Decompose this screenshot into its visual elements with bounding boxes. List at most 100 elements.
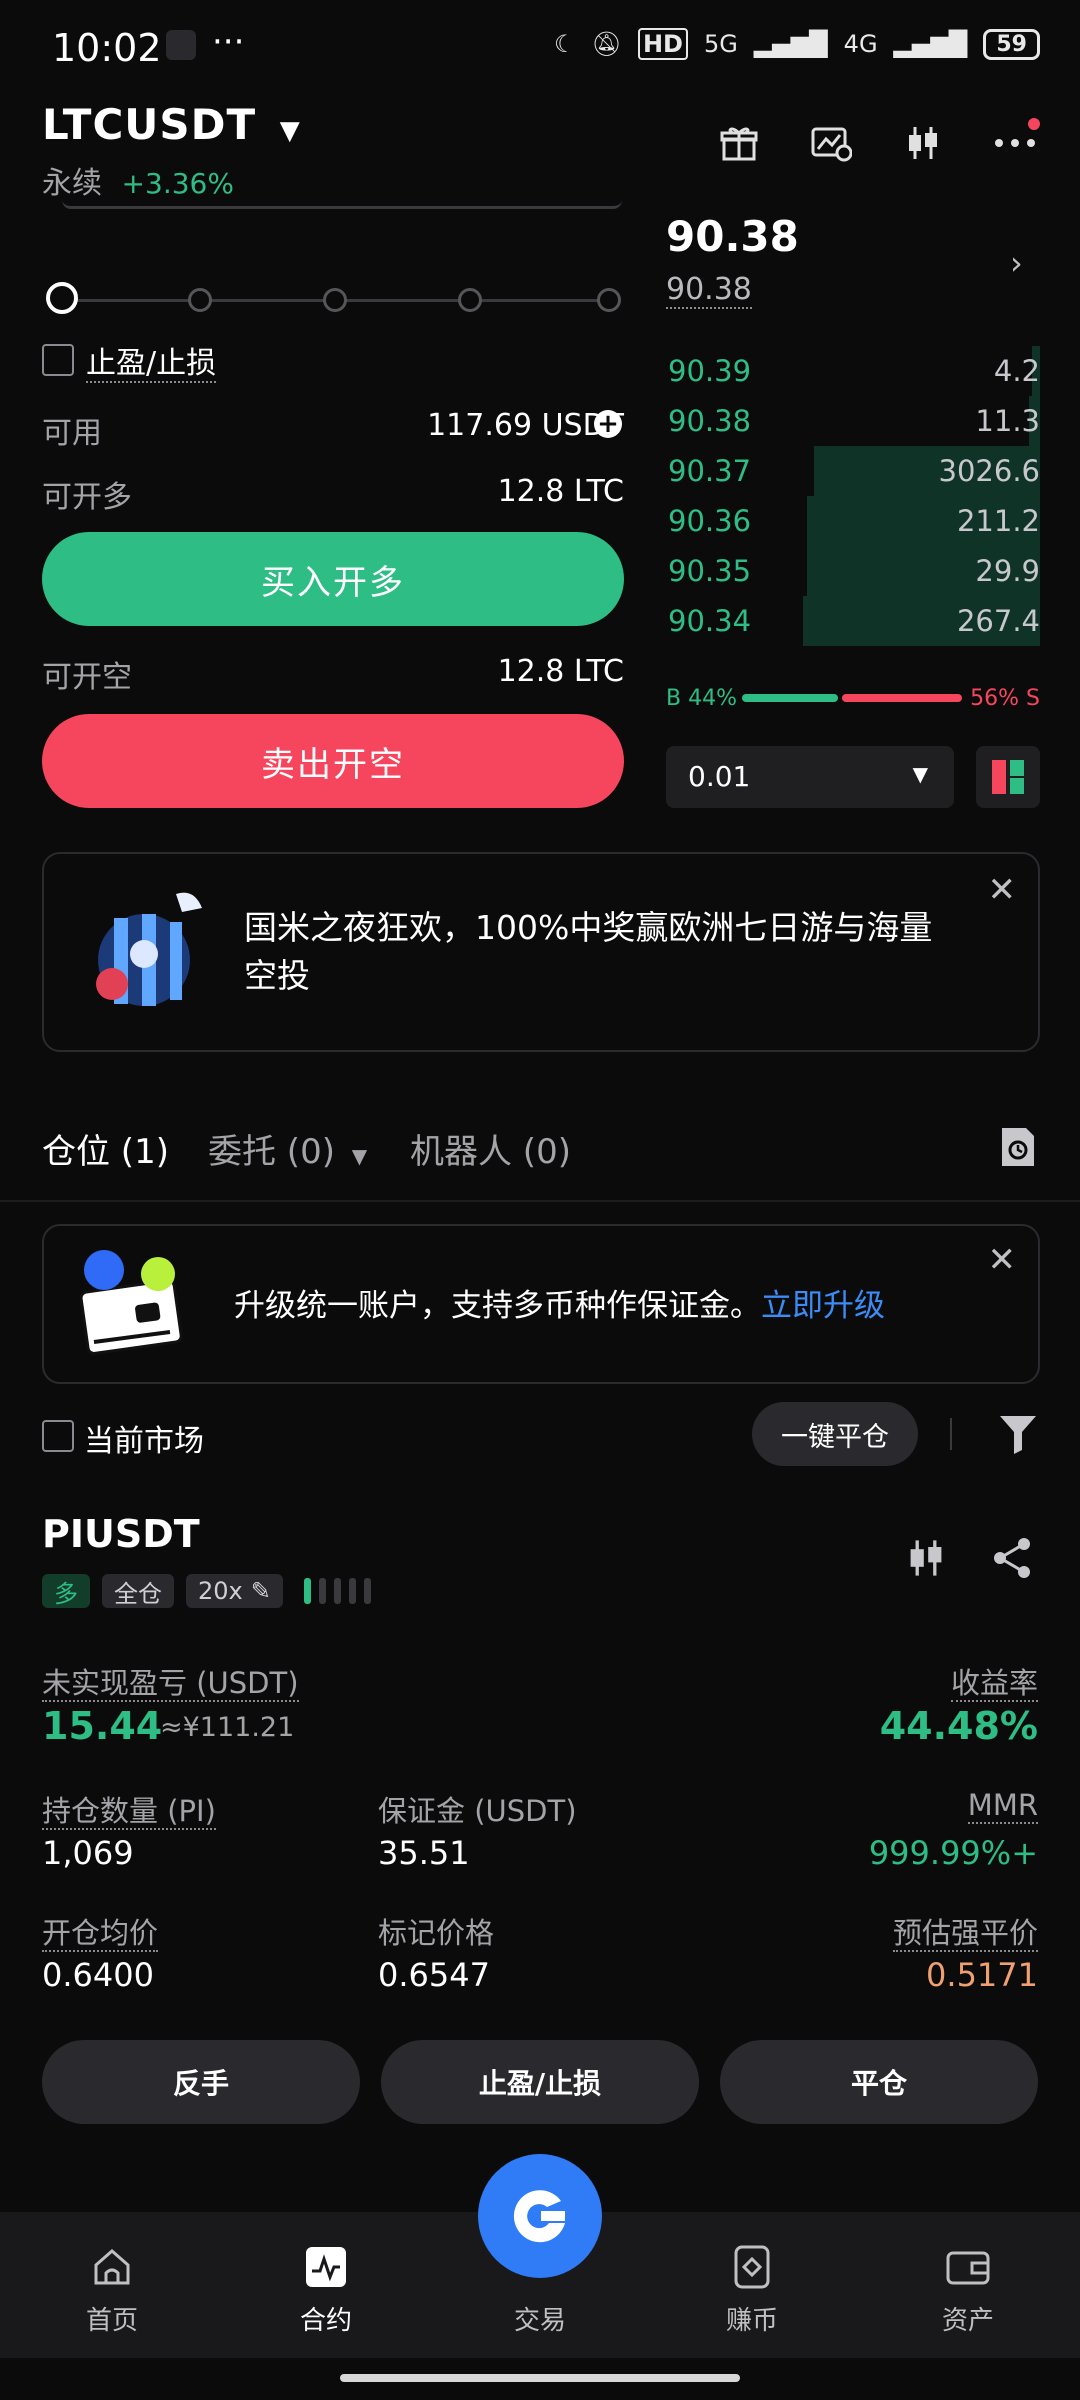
nav-contract[interactable]: 合约 [266,2244,386,2337]
battery-indicator: 59 [983,28,1040,60]
orderbook-price: 90.38 [668,404,752,438]
contract-icon [303,2244,349,2290]
tab-orders-label: 委托 (0) [208,1132,335,1172]
can-long-value: 12.8 LTC [497,474,624,509]
orderbook-row[interactable]: 90.36 211.2 [664,496,1040,546]
chart-settings-icon[interactable] [808,120,854,166]
sell-ratio-bar [842,694,962,702]
slider-step-75[interactable] [458,288,482,312]
tabs-divider [0,1200,1080,1202]
leverage-badge[interactable]: 20x ✎ [186,1574,283,1608]
slider-step-100[interactable] [597,288,621,312]
depth-precision-select[interactable]: 0.01 ▼ [666,746,954,808]
transfer-plus-icon[interactable]: + [594,410,622,438]
status-more: ··· [212,22,245,62]
chevron-right-icon[interactable]: › [1010,244,1023,282]
signal-4g: 4G [843,30,878,58]
candlestick-icon[interactable] [904,1536,948,1584]
can-short-label: 可开空 [42,660,132,695]
buy-ratio-bar [742,694,838,702]
upgrade-text: 升级统一账户，支持多币种作保证金。 [234,1288,761,1324]
mmr-label-wrap: MMR [967,1788,1038,1824]
moon-icon: ☾ [553,30,576,58]
share-icon[interactable] [990,1536,1034,1584]
upgrade-banner[interactable]: 升级统一账户，支持多币种作保证金。立即升级 ✕ [42,1224,1040,1384]
signal-5g: 5G [703,30,738,58]
position-symbol[interactable]: PIUSDT [42,1512,200,1556]
orderbook-qty: 11.3 [975,404,1040,438]
tpsl-label: 止盈/止损 [86,346,217,383]
candlestick-icon[interactable] [900,120,946,166]
orderbook-row[interactable]: 90.34 267.4 [664,596,1040,646]
close-icon[interactable]: ✕ [988,1240,1017,1280]
orderbook-qty: 4.2 [993,354,1040,388]
size-label-wrap: 持仓数量 (PI) [42,1788,216,1830]
orderbook-layout-button[interactable] [976,746,1040,808]
pair-selector[interactable]: LTCUSDT ▼ [42,100,301,149]
status-icons: ☾ 🔕︎ HD 5G ▂▄▆█ 4G ▂▄▆█ 59 [554,28,1040,60]
header-actions [716,120,1038,166]
close-position-button[interactable]: 平仓 [720,2040,1038,2124]
nav-contract-label: 合约 [299,2306,352,2336]
orderbook-price: 90.37 [668,454,752,488]
liq-label: 预估强平价 [892,1916,1038,1952]
current-market-checkbox[interactable] [42,1420,74,1452]
upnl-label: 未实现盈亏 (USDT) [42,1666,299,1702]
entry-label: 开仓均价 [42,1916,159,1952]
slider-handle[interactable] [46,282,78,314]
tab-orders[interactable]: 委托 (0) ▼ [208,1124,367,1173]
liq-value: 0.5171 [926,1956,1038,1994]
upnl-label-wrap: 未实现盈亏 (USDT) [42,1660,299,1702]
history-icon[interactable] [998,1126,1038,1168]
mark-value: 0.6547 [378,1956,490,1994]
side-badge: 多 [42,1574,90,1608]
mmr-value: 999.99%+ [868,1834,1038,1872]
orderbook-row[interactable]: 90.39 4.2 [664,346,1040,396]
nav-assets[interactable]: 资产 [908,2244,1028,2337]
orderbook-qty: 3026.6 [938,454,1040,488]
available-label: 可用 [42,416,102,451]
margin-mode-badge: 全仓 [102,1574,174,1608]
margin-value[interactable]: 35.51 [378,1834,470,1872]
sell-short-button[interactable]: 卖出开空 [42,714,624,808]
buy-long-button[interactable]: 买入开多 [42,532,624,626]
slider-step-50[interactable] [323,288,347,312]
orderbook-row[interactable]: 90.38 11.3 [664,396,1040,446]
edit-icon: ✎ [250,1577,271,1605]
slider-step-25[interactable] [188,288,212,312]
nav-home[interactable]: 首页 [52,2244,172,2337]
filter-icon[interactable] [998,1412,1038,1458]
orderbook-row[interactable]: 90.35 29.9 [664,546,1040,596]
tab-positions[interactable]: 仓位 (1) [42,1124,169,1173]
price-change: +3.36% [121,167,234,200]
tpsl-button[interactable]: 止盈/止损 [381,2040,699,2124]
can-short-value: 12.8 LTC [497,654,624,689]
tpsl-checkbox[interactable] [42,344,74,376]
trade-fab-button[interactable] [478,2154,602,2278]
upgrade-text-wrap: 升级统一账户，支持多币种作保证金。立即升级 [234,1280,885,1325]
caret-down-icon: ▼ [351,1144,368,1168]
upgrade-link[interactable]: 立即升级 [761,1288,885,1324]
orderbook-row[interactable]: 90.37 3026.6 [664,446,1040,496]
orderbook-qty: 211.2 [956,504,1040,538]
reverse-button[interactable]: 反手 [42,2040,360,2124]
nav-home-label: 首页 [85,2306,138,2336]
contract-type: 永续 [42,166,102,201]
nav-trade-label[interactable]: 交易 [480,2300,600,2337]
gift-icon[interactable] [716,120,762,166]
leverage-value: 20x [198,1577,243,1605]
current-market-label: 当前市场 [84,1424,204,1459]
promo-banner[interactable]: 国米之夜狂欢，100%中奖赢欧洲七日游与海量空投 ✕ [42,852,1040,1052]
nav-earn[interactable]: 赚币 [692,2244,812,2337]
mmr-label: MMR [967,1788,1038,1824]
promo-text: 国米之夜狂欢，100%中奖赢欧洲七日游与海量空投 [244,908,933,995]
divider [950,1418,952,1450]
home-icon [89,2244,135,2290]
close-icon[interactable]: ✕ [988,870,1017,910]
roe-label-wrap: 收益率 [950,1660,1038,1702]
mascot-icon [96,892,202,1006]
close-all-button[interactable]: 一键平仓 [752,1402,918,1466]
last-price: 90.38 [666,212,799,261]
tab-bots[interactable]: 机器人 (0) [410,1124,571,1173]
home-indicator[interactable] [340,2374,740,2382]
